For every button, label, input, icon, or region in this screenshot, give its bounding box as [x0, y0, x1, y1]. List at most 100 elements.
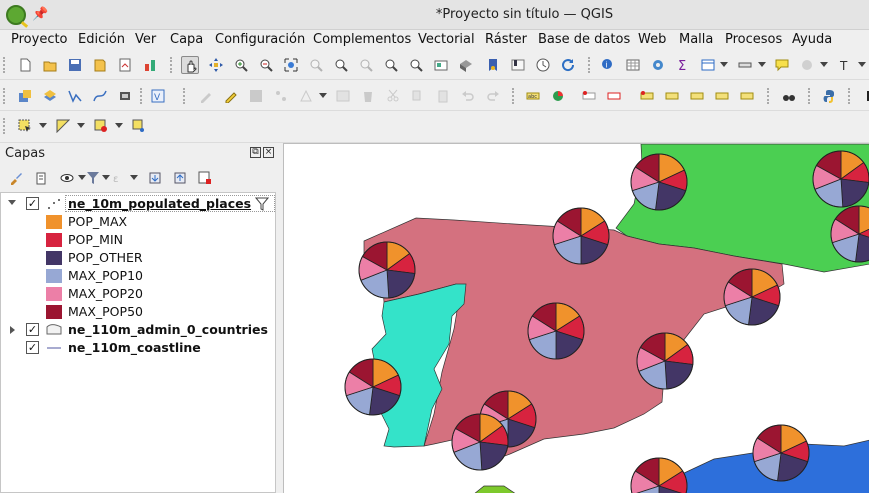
pie-symbol[interactable]: [752, 424, 810, 482]
statistics-sigma-icon[interactable]: Σ: [674, 56, 692, 74]
new-project-icon[interactable]: [16, 56, 34, 74]
add-feature-icon[interactable]: [272, 87, 290, 105]
toolbar-grip[interactable]: [588, 57, 591, 73]
expand-all-icon[interactable]: [146, 169, 164, 187]
settings-gear-icon[interactable]: [649, 56, 667, 74]
text-annotation-icon[interactable]: T: [836, 56, 854, 74]
map-svg[interactable]: [284, 144, 869, 493]
deselect-dropdown-arrow[interactable]: [115, 123, 123, 128]
text-annotation-dropdown-arrow[interactable]: [858, 62, 866, 67]
data-source-manager-icon[interactable]: [16, 87, 34, 105]
add-vector-layer-icon[interactable]: [66, 87, 84, 105]
select-by-expression-icon[interactable]: [54, 117, 72, 135]
print-layout-icon[interactable]: [116, 56, 134, 74]
float-panel-button[interactable]: ⧉: [250, 147, 261, 158]
toolbar-grip[interactable]: [808, 88, 811, 104]
zoom-last-icon[interactable]: [382, 56, 400, 74]
label-properties-icon[interactable]: [738, 87, 756, 105]
menu-ayuda[interactable]: Ayuda: [792, 32, 832, 47]
current-edits-icon[interactable]: [197, 87, 215, 105]
open-project-icon[interactable]: [41, 56, 59, 74]
map-canvas[interactable]: [283, 143, 869, 493]
add-layer-icon[interactable]: [41, 87, 59, 105]
open-table-icon[interactable]: [699, 56, 717, 74]
python-console-icon[interactable]: [820, 87, 838, 105]
layer-row-admin-countries[interactable]: ✓ ne_110m_admin_0_countries: [1, 321, 275, 339]
layer-row-coastline[interactable]: ✓ ne_110m_coastline: [1, 339, 275, 357]
move-label-icon[interactable]: [638, 87, 656, 105]
copy-features-icon[interactable]: [409, 87, 427, 105]
spatial-bookmark-icon[interactable]: [484, 56, 502, 74]
expression-dropdown-arrow[interactable]: [77, 123, 85, 128]
refresh-icon[interactable]: [559, 56, 577, 74]
zoom-next-icon[interactable]: [407, 56, 425, 74]
menu-proyecto[interactable]: Proyecto: [11, 32, 68, 47]
menu-configuracion[interactable]: Configuración: [215, 32, 305, 47]
highlight-labels-icon[interactable]: [605, 87, 623, 105]
open-layer-styling-icon[interactable]: [7, 169, 25, 187]
remove-layer-icon[interactable]: [196, 169, 214, 187]
zoom-in-icon[interactable]: [232, 56, 250, 74]
pie-symbol[interactable]: [552, 207, 610, 265]
menu-procesos[interactable]: Procesos: [725, 32, 782, 47]
menu-complementos[interactable]: Complementos: [313, 32, 411, 47]
add-line-layer-icon[interactable]: [91, 87, 109, 105]
vertex-dropdown-arrow[interactable]: [319, 93, 327, 98]
toolbar-grip[interactable]: [170, 57, 173, 73]
save-project-icon[interactable]: [66, 56, 84, 74]
toolbar-grip[interactable]: [3, 88, 6, 104]
plugin-binoculars-icon[interactable]: [780, 87, 798, 105]
pie-symbol[interactable]: [527, 302, 585, 360]
attribute-table-icon[interactable]: [624, 56, 642, 74]
overflow-icon[interactable]: [860, 87, 869, 105]
menu-raster[interactable]: Ráster: [485, 32, 527, 47]
layer-visibility-checkbox[interactable]: ✓: [26, 197, 39, 210]
expression-filter-dropdown-arrow[interactable]: [130, 175, 138, 180]
rotate-label-icon[interactable]: [688, 87, 706, 105]
zoom-out-icon[interactable]: [257, 56, 275, 74]
toolbar-grip[interactable]: [767, 88, 770, 104]
deselect-features-icon[interactable]: [92, 117, 110, 135]
annotation-dropdown-arrow[interactable]: [820, 62, 828, 67]
measure-dropdown-arrow[interactable]: [758, 62, 766, 67]
toolbar-grip[interactable]: [512, 88, 515, 104]
collapse-arrow-icon[interactable]: [8, 200, 16, 205]
filter-icon[interactable]: [255, 197, 269, 211]
vertex-tool-icon[interactable]: [297, 87, 315, 105]
menu-vectorial[interactable]: Vectorial: [418, 32, 475, 47]
style-manager-icon[interactable]: [141, 56, 159, 74]
show-bookmarks-icon[interactable]: [509, 56, 527, 74]
menu-edicion[interactable]: Edición: [78, 32, 125, 47]
undo-icon[interactable]: [459, 87, 477, 105]
zoom-to-layer-icon[interactable]: [332, 56, 350, 74]
country-fragment[interactable]: [474, 485, 516, 493]
pan-to-selection-icon[interactable]: [207, 56, 225, 74]
menu-ver[interactable]: Ver: [135, 32, 156, 47]
temporal-controller-icon[interactable]: [534, 56, 552, 74]
pie-symbol[interactable]: [630, 153, 688, 211]
toolbar-grip[interactable]: [183, 88, 186, 104]
toolbar-grip[interactable]: [3, 118, 6, 134]
pie-symbol[interactable]: [723, 268, 781, 326]
visibility-eye-icon[interactable]: [58, 169, 76, 187]
toolbar-grip[interactable]: [848, 88, 851, 104]
annotation-icon[interactable]: [798, 56, 816, 74]
new-virtual-layer-icon[interactable]: V: [149, 87, 167, 105]
pin-labels-icon[interactable]: [580, 87, 598, 105]
menu-malla[interactable]: Malla: [679, 32, 713, 47]
pie-symbol[interactable]: [636, 332, 694, 390]
cut-features-icon[interactable]: [384, 87, 402, 105]
close-panel-button[interactable]: ×: [263, 147, 274, 158]
toggle-editing-icon[interactable]: [222, 87, 240, 105]
modify-attributes-icon[interactable]: [334, 87, 352, 105]
layer-visibility-checkbox[interactable]: ✓: [26, 323, 39, 336]
save-as-icon[interactable]: [91, 56, 109, 74]
paste-features-icon[interactable]: [434, 87, 452, 105]
toolbar-grip[interactable]: [140, 88, 143, 104]
new-3d-view-icon[interactable]: [457, 56, 475, 74]
table-dropdown-arrow[interactable]: [720, 62, 728, 67]
layer-visibility-checkbox[interactable]: ✓: [26, 341, 39, 354]
pie-symbol[interactable]: [812, 150, 869, 208]
filter-expression-icon[interactable]: ε: [110, 169, 128, 187]
delete-selected-icon[interactable]: [359, 87, 377, 105]
